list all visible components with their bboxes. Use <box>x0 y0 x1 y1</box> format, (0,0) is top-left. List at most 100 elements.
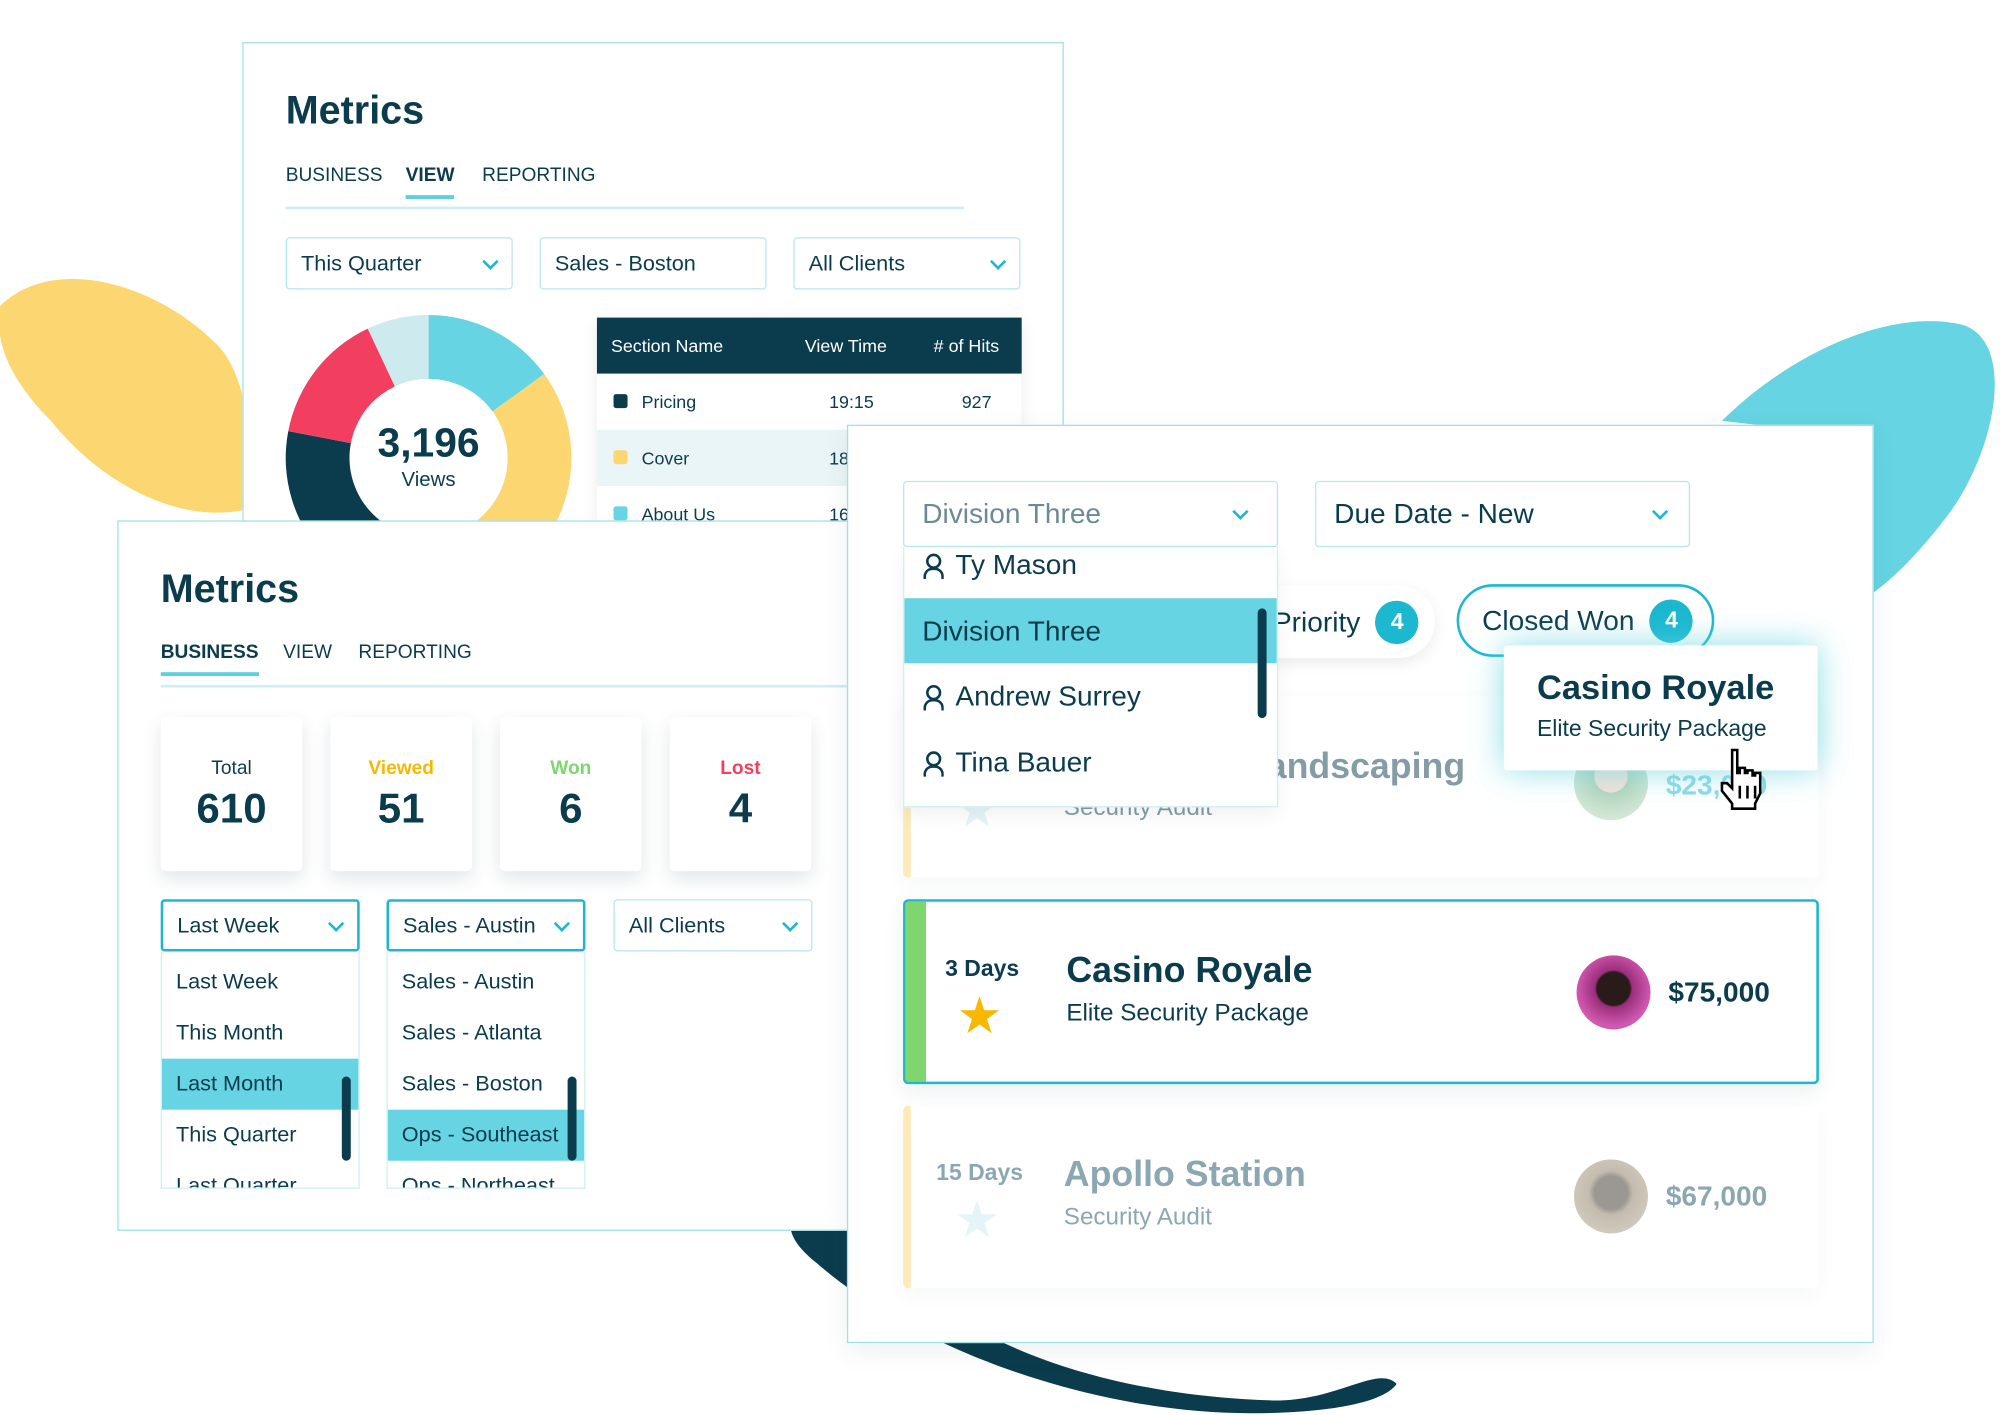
deal-subtitle: Elite Security Package <box>1066 999 1309 1027</box>
star-icon[interactable]: ★ <box>957 991 1003 1042</box>
business-metrics-panel: Metrics BUSINESS VIEW REPORTING Total 610… <box>117 520 883 1231</box>
col-hits: # of Hits <box>933 335 1000 356</box>
person-icon <box>922 553 944 580</box>
deal-subtitle: Security Audit <box>1063 1204 1212 1231</box>
chevron-down-icon <box>1232 503 1249 520</box>
option-last-month[interactable]: Last Month <box>161 1058 359 1110</box>
stat-value: 610 <box>196 784 267 832</box>
option-sales-atlanta[interactable]: Sales - Atlanta <box>388 1008 584 1059</box>
tooltip-subtitle: Elite Security Package <box>1536 715 1767 742</box>
count-badge: 4 <box>1649 598 1694 643</box>
period-dropdown[interactable]: Last Week <box>160 899 360 952</box>
option-tina-bauer[interactable]: Tina Bauer <box>904 737 1276 788</box>
views-label: Views <box>401 469 456 492</box>
views-count: 3,196 <box>377 419 480 466</box>
scrollbar[interactable] <box>1257 608 1267 719</box>
chevron-down-icon <box>553 914 570 932</box>
clients-dropdown[interactable]: All Clients <box>613 899 813 952</box>
stat-label: Lost <box>720 757 761 780</box>
period-dropdown[interactable]: This Quarter <box>285 237 513 290</box>
days-remaining: 15 Days <box>936 1159 1023 1185</box>
avatar <box>1576 955 1651 1030</box>
team-value: Sales - Boston <box>554 250 696 275</box>
option-label: Division Three <box>922 614 1102 647</box>
option-ops-southeast[interactable]: Ops - Southeast <box>387 1109 585 1161</box>
page-title: Metrics <box>285 88 425 133</box>
days-remaining: 3 Days <box>945 955 1020 981</box>
option-sales-boston[interactable]: Sales - Boston <box>388 1059 584 1110</box>
option-andrew-surrey[interactable]: Andrew Surrey <box>904 671 1276 722</box>
stat-value: 6 <box>559 784 583 832</box>
chevron-down-icon <box>1651 503 1669 520</box>
chevron-down-icon <box>327 914 345 932</box>
clients-value: All Clients <box>628 912 726 937</box>
chevron-down-icon <box>482 252 499 270</box>
period-options: Last Week This Month Last Month This Qua… <box>160 951 360 1189</box>
clients-dropdown[interactable]: All Clients <box>793 237 1021 290</box>
division-options: Ty Mason Division Three Andrew Surrey Ti… <box>903 547 1279 808</box>
option-this-quarter[interactable]: This Quarter <box>162 1110 358 1161</box>
option-ty-mason[interactable]: Ty Mason <box>904 547 1276 590</box>
stat-value: 4 <box>728 784 753 832</box>
stat-value: 51 <box>377 784 425 832</box>
count-badge: 4 <box>1375 600 1419 644</box>
col-section-name: Section Name <box>610 335 724 356</box>
team-dropdown[interactable]: Sales - Austin <box>386 899 586 952</box>
section-name: Pricing <box>641 391 697 412</box>
person-icon <box>922 684 944 711</box>
tab-reporting[interactable]: REPORTING <box>482 165 595 187</box>
tab-view[interactable]: VIEW <box>283 642 332 664</box>
deal-title: Casino Royale <box>1066 950 1313 990</box>
division-dropdown[interactable]: Division Three <box>903 480 1279 548</box>
donut-center: 3,196 Views <box>348 420 509 493</box>
chevron-down-icon <box>989 252 1007 270</box>
period-value: This Quarter <box>301 250 422 275</box>
yellow-blob <box>0 279 250 513</box>
sort-dropdown[interactable]: Due Date - New <box>1315 480 1691 548</box>
pill-label: Closed Won <box>1482 603 1635 636</box>
option-division-three[interactable]: Division Three <box>904 598 1277 664</box>
legend-swatch <box>613 394 628 409</box>
table-row[interactable]: Pricing 19:15 927 <box>596 373 1022 430</box>
pill-label: Priority <box>1272 605 1361 638</box>
option-this-month[interactable]: This Month <box>162 1008 358 1059</box>
view-time: 19:15 <box>829 391 874 412</box>
option-label: Tina Bauer <box>955 746 1092 779</box>
team-dropdown[interactable]: Sales - Boston <box>539 237 767 290</box>
page-title: Metrics <box>160 566 300 611</box>
tooltip-title: Casino Royale <box>1536 668 1775 707</box>
legend-swatch <box>613 450 628 465</box>
deal-title: Apollo Station <box>1063 1154 1306 1194</box>
stat-lost: Lost 4 <box>669 716 812 872</box>
tab-business[interactable]: BUSINESS <box>160 642 259 677</box>
tab-business[interactable]: BUSINESS <box>286 165 383 187</box>
option-last-week[interactable]: Last Week <box>162 957 358 1008</box>
scrollbar[interactable] <box>341 1076 351 1161</box>
tab-reporting[interactable]: REPORTING <box>358 642 471 664</box>
stat-label: Total <box>211 757 252 780</box>
deal-card[interactable]: 15 Days ★ Apollo Station Security Audit … <box>903 1105 1819 1289</box>
option-ops-northeast[interactable]: Ops - Northeast <box>388 1161 584 1187</box>
stat-label: Viewed <box>368 757 434 780</box>
stat-viewed: Viewed 51 <box>330 716 472 872</box>
tab-view[interactable]: VIEW <box>405 165 455 199</box>
status-bar <box>905 901 927 1082</box>
stat-total: Total 610 <box>160 716 303 872</box>
deal-card-selected[interactable]: 3 Days ★ Casino Royale Elite Security Pa… <box>903 899 1819 1085</box>
star-icon[interactable]: ★ <box>954 1195 1000 1246</box>
hand-cursor-icon <box>1720 748 1762 810</box>
option-sales-austin[interactable]: Sales - Austin <box>388 957 584 1008</box>
period-value: Last Week <box>177 912 280 937</box>
option-label: Andrew Surrey <box>955 679 1141 712</box>
division-value: Division Three <box>922 497 1102 530</box>
deal-amount: $67,000 <box>1665 1179 1768 1212</box>
tab-divider <box>285 206 965 210</box>
option-last-quarter[interactable]: Last Quarter <box>162 1161 358 1187</box>
clients-value: All Clients <box>808 250 906 275</box>
sort-value: Due Date - New <box>1334 497 1534 530</box>
scrollbar[interactable] <box>567 1076 577 1161</box>
deal-amount: $75,000 <box>1668 975 1770 1008</box>
marketing-composite: Metrics BUSINESS VIEW REPORTING This Qua… <box>0 0 2000 1415</box>
section-name: Cover <box>641 447 690 469</box>
option-label: Ty Mason <box>955 548 1078 581</box>
